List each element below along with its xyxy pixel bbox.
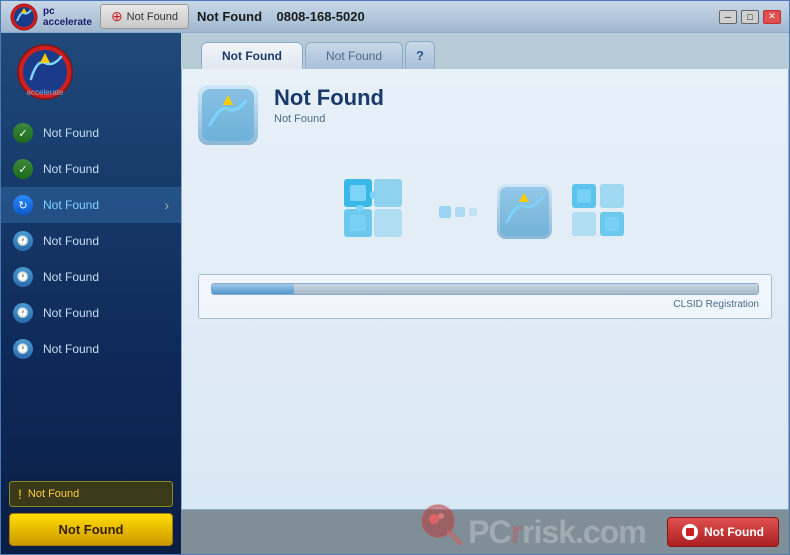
app-icon-large — [198, 85, 258, 145]
sidebar-item-3[interactable]: 🕐 Not Found — [1, 223, 181, 259]
sidebar-action-button[interactable]: Not Found — [9, 513, 173, 546]
main-window: pcaccelerate ⊕ Not Found Not Found 0808-… — [0, 0, 790, 555]
bottom-action-button[interactable]: Not Found — [667, 517, 779, 547]
bottom-bar: PCrrisk.com Not Found — [181, 510, 789, 554]
sidebar-item-1[interactable]: ✓ Not Found — [1, 151, 181, 187]
warning-text: Not Found — [28, 488, 79, 500]
sidebar-warning: ! Not Found — [9, 481, 173, 507]
sidebar: accelerate ✓ Not Found ✓ Not Found — [1, 33, 181, 554]
progress-label: CLSID Registration — [211, 299, 759, 310]
svg-text:accelerate: accelerate — [27, 88, 64, 97]
dots-row — [439, 206, 477, 218]
right-panel: Not Found Not Found ? — [181, 33, 789, 554]
clock-icon-4: 🕐 — [13, 267, 33, 287]
sidebar-label-3: Not Found — [43, 234, 169, 248]
puzzle-icon-right — [572, 184, 627, 239]
pcrisk-pc: PC — [468, 514, 510, 550]
magnifier-icon — [416, 499, 466, 549]
clock-icon-3: 🕐 — [13, 231, 33, 251]
tab-2[interactable]: Not Found — [305, 42, 403, 69]
clock-icon-6: 🕐 — [13, 339, 33, 359]
titlebar-title: Not Found 0808-168-5020 — [197, 9, 711, 24]
titlebar: pcaccelerate ⊕ Not Found Not Found 0808-… — [1, 1, 789, 33]
sidebar-action-label: Not Found — [59, 522, 124, 537]
main-content: accelerate ✓ Not Found ✓ Not Found — [1, 33, 789, 554]
sidebar-label-6: Not Found — [43, 342, 169, 356]
sidebar-item-2[interactable]: ↻ Not Found › — [1, 187, 181, 223]
sidebar-arrow-2: › — [164, 197, 169, 213]
stop-icon-inner — [686, 528, 694, 536]
window-controls: ─ □ ✕ — [719, 10, 781, 24]
progress-bar-fill — [212, 284, 294, 294]
app-title-text: Not Found — [197, 9, 262, 24]
sidebar-item-5[interactable]: 🕐 Not Found — [1, 295, 181, 331]
logo-icon — [9, 3, 39, 31]
tab-help[interactable]: ? — [405, 41, 435, 69]
panel-header: Not Found Not Found — [198, 85, 772, 145]
sidebar-label-4: Not Found — [43, 270, 169, 284]
sidebar-nav: ✓ Not Found ✓ Not Found ↻ Not Found › — [1, 111, 181, 473]
pcrisk-dot-char: r — [511, 514, 522, 550]
refresh-icon-2: ↻ — [13, 195, 33, 215]
tab-1[interactable]: Not Found — [201, 42, 303, 69]
sidebar-item-4[interactable]: 🕐 Not Found — [1, 259, 181, 295]
checkmark-icon-0: ✓ — [13, 123, 33, 143]
puzzle-icon-left — [344, 179, 419, 244]
pcrisk-text-main: PCrrisk.com — [468, 514, 646, 551]
maximize-button[interactable]: □ — [741, 10, 759, 24]
pcrisk-suffix: risk.com — [522, 514, 646, 550]
tab2-label: Not Found — [326, 49, 382, 63]
sidebar-item-6[interactable]: 🕐 Not Found — [1, 331, 181, 367]
sidebar-item-0[interactable]: ✓ Not Found — [1, 115, 181, 151]
clock-icon-5: 🕐 — [13, 303, 33, 323]
sidebar-label-1: Not Found — [43, 162, 169, 176]
tab-help-label: ? — [416, 48, 424, 63]
progress-area: CLSID Registration — [198, 274, 772, 319]
panel-title: Not Found — [274, 85, 384, 111]
tabs-bar: Not Found Not Found ? — [181, 33, 789, 69]
scan-button-label: Not Found — [127, 11, 178, 23]
sidebar-label-5: Not Found — [43, 306, 169, 320]
sidebar-bottom: ! Not Found Not Found — [1, 473, 181, 554]
panel-content: Not Found Not Found — [181, 69, 789, 510]
scan-button[interactable]: ⊕ Not Found — [100, 4, 189, 29]
bottom-action-label: Not Found — [704, 525, 764, 539]
checkmark-icon-1: ✓ — [13, 159, 33, 179]
app-logo: pcaccelerate — [9, 3, 92, 31]
pcrisk-logo: PCrrisk.com — [416, 507, 646, 554]
progress-bar-background — [211, 283, 759, 295]
sidebar-label-2: Not Found — [43, 198, 154, 212]
phone-number: 0808-168-5020 — [276, 9, 364, 24]
stop-icon — [682, 524, 698, 540]
sidebar-logo-icon: accelerate — [13, 43, 78, 101]
panel-title-area: Not Found Not Found — [274, 85, 384, 125]
app-icon-center — [497, 184, 552, 239]
close-button[interactable]: ✕ — [763, 10, 781, 24]
icons-row — [198, 179, 772, 244]
tab1-label: Not Found — [222, 49, 282, 63]
sidebar-label-0: Not Found — [43, 126, 169, 140]
sidebar-logo: accelerate — [1, 33, 181, 111]
panel-subtitle: Not Found — [274, 113, 384, 125]
minimize-button[interactable]: ─ — [719, 10, 737, 24]
warning-icon: ! — [18, 486, 22, 502]
